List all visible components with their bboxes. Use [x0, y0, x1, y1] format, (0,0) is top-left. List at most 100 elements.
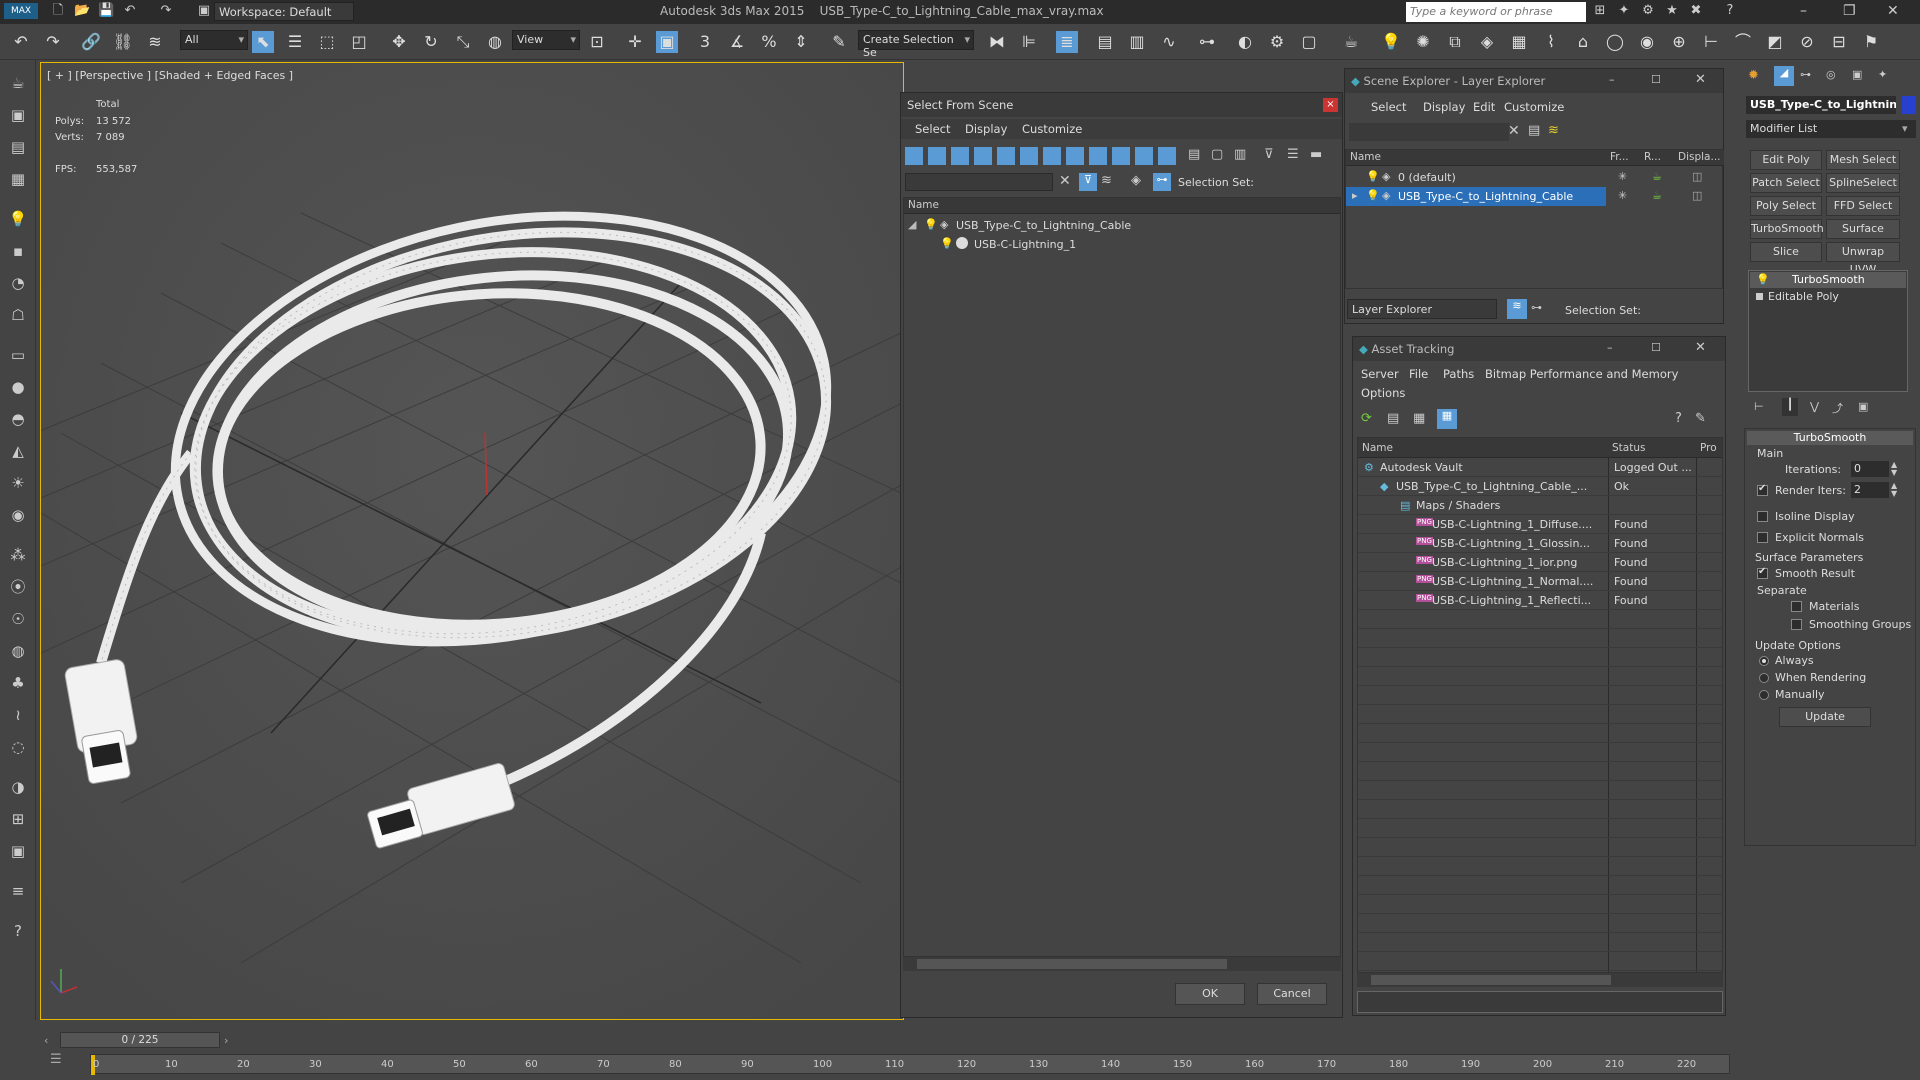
script-icon[interactable]: ≡	[7, 880, 29, 902]
vray-dome-icon[interactable]: ⌒	[1732, 31, 1754, 53]
filter-cameras-icon[interactable]	[974, 147, 992, 165]
collapse-icon[interactable]: ◢	[908, 218, 916, 231]
vray-frame-buffer-icon[interactable]: ⧉	[1444, 31, 1466, 53]
sort-icon[interactable]: ☰	[1287, 147, 1305, 165]
column-header-frozen[interactable]: Fr...	[1606, 150, 1640, 166]
scale-icon[interactable]: ⤡	[452, 31, 474, 53]
patch-select-button[interactable]: Patch Select	[1750, 173, 1822, 193]
undo-icon[interactable]: ↶	[122, 3, 138, 19]
favorites-icon[interactable]: ★	[1664, 3, 1680, 19]
column-header-name[interactable]: Name	[1346, 150, 1606, 166]
window-crossing-icon[interactable]: ◰	[348, 31, 370, 53]
light-bulb-icon[interactable]: 💡	[924, 218, 938, 231]
sun-light-icon[interactable]: ☀	[7, 472, 29, 494]
iterations-spinner[interactable]: 0	[1851, 461, 1889, 477]
column-header-proxy[interactable]: Pro	[1696, 438, 1722, 458]
layer-mode-icon[interactable]: ≋	[1507, 299, 1527, 319]
open-file-icon[interactable]: 📂	[74, 3, 90, 19]
smoothing-groups-checkbox[interactable]	[1791, 619, 1802, 630]
light-lister-icon[interactable]: 💡	[1380, 31, 1402, 53]
display-invert-icon[interactable]: ▥	[1234, 147, 1252, 165]
maximize-icon[interactable]: ☐	[1651, 73, 1661, 86]
clear-search-icon[interactable]: ✕	[1508, 123, 1520, 139]
add-to-layer-icon[interactable]: ≋	[1548, 123, 1559, 138]
make-unique-icon[interactable]: ⋁	[1810, 400, 1819, 413]
named-selection-set-dropdown[interactable]: Create Selection Se	[858, 30, 974, 59]
menu-paths[interactable]: Paths	[1443, 367, 1474, 381]
globe-icon[interactable]: ◍	[7, 640, 29, 662]
toggle-layer-explorer-icon[interactable]: ▤	[1094, 31, 1116, 53]
render-production-icon[interactable]: ☕	[1340, 31, 1362, 53]
link-icon[interactable]: 🔗	[80, 31, 102, 53]
layer-row[interactable]: 💡 ◈ 0 (default) ✳ ☕ ◫	[1346, 168, 1724, 187]
plane-icon[interactable]: ▭	[7, 344, 29, 366]
slice-button[interactable]: Slice	[1750, 242, 1822, 262]
scrollbar-thumb[interactable]	[917, 959, 1227, 969]
filter-containers-icon[interactable]	[1112, 147, 1130, 165]
refresh-icon[interactable]: ⟳	[1361, 411, 1372, 426]
place-icon[interactable]: ◍	[484, 31, 506, 53]
always-radio[interactable]	[1759, 656, 1769, 666]
character-icon[interactable]: ☉	[7, 608, 29, 630]
vray-light-icon[interactable]: ⊢	[1700, 31, 1722, 53]
clear-search-icon[interactable]: ✕	[1059, 173, 1071, 189]
display-box-icon[interactable]: ◫	[1692, 189, 1702, 202]
close-search-icon[interactable]: ✖	[1688, 3, 1704, 19]
hierarchy-icon[interactable]: ⊶	[1531, 301, 1542, 314]
motion-tab-icon[interactable]: ◎	[1826, 68, 1836, 81]
column-header-display[interactable]: Displa...	[1674, 150, 1724, 166]
render-iters-spinner[interactable]: 2	[1851, 482, 1889, 498]
create-tab-icon[interactable]: ✹	[1748, 68, 1759, 83]
redo-icon[interactable]: ↷	[42, 31, 64, 53]
asset-row[interactable]: PNG USB-C-Lightning_1_ior.png Found	[1358, 553, 1722, 572]
display-all-icon[interactable]: ▤	[1188, 147, 1206, 165]
rotate-icon[interactable]: ↻	[420, 31, 442, 53]
curve-editor-icon[interactable]: ∿	[1158, 31, 1180, 53]
scene-states-icon[interactable]: ◑	[7, 776, 29, 798]
filter-shapes-icon[interactable]	[928, 147, 946, 165]
box-icon[interactable]: ▣	[7, 104, 29, 126]
vray-physical-camera-icon[interactable]: ⊟	[1828, 31, 1850, 53]
tree-row[interactable]: 💡 USB-C-Lightning_1	[904, 235, 1340, 254]
asset-row[interactable]: PNG USB-C-Lightning_1_Diffuse.... Found	[1358, 515, 1722, 534]
cancel-button[interactable]: Cancel	[1257, 983, 1327, 1005]
asset-path-field[interactable]	[1357, 991, 1723, 1013]
spinner-snap-icon[interactable]: ⇕	[790, 31, 812, 53]
display-none-icon[interactable]: ▢	[1211, 147, 1229, 165]
help-icon[interactable]: ?	[1722, 3, 1738, 19]
filter-hidden-icon[interactable]	[1158, 147, 1176, 165]
vray-fur-icon[interactable]: ⌇	[1540, 31, 1562, 53]
menu-options[interactable]: Options	[1361, 386, 1405, 400]
close-icon[interactable]: ✕	[1695, 340, 1706, 355]
pivot-center-icon[interactable]: ⊡	[586, 31, 608, 53]
vray-plane-icon[interactable]: ⌂	[1572, 31, 1594, 53]
layer-row-selected[interactable]: ▸ 💡 ◈ USB_Type-C_to_Lightning_Cable	[1346, 187, 1606, 206]
material-sphere-icon[interactable]: ◉	[7, 504, 29, 526]
angle-snap-icon[interactable]: ∡	[726, 31, 748, 53]
container-icon[interactable]: ▣	[7, 840, 29, 862]
explorer-type-dropdown[interactable]: Layer Explorer	[1347, 299, 1497, 319]
select-object-icon[interactable]: ⬉	[252, 31, 274, 53]
edit-poly-button[interactable]: Edit Poly	[1750, 150, 1822, 170]
vray-sphere-icon[interactable]: ◯	[1604, 31, 1626, 53]
help-icon[interactable]: ?	[1675, 411, 1682, 426]
surface-select-button[interactable]: Surface Select	[1826, 219, 1900, 253]
ffd-select-button[interactable]: FFD Select	[1826, 196, 1900, 216]
explicit-normals-checkbox[interactable]	[1757, 532, 1768, 543]
stack-item-turbosmooth[interactable]: 💡 TurboSmooth	[1750, 272, 1906, 288]
column-header-renderable[interactable]: R...	[1640, 150, 1674, 166]
asset-row[interactable]: PNG USB-C-Lightning_1_Reflecti... Found	[1358, 591, 1722, 610]
show-end-result-icon[interactable]: ┃	[1782, 398, 1798, 416]
next-frame-icon[interactable]: ›	[224, 1034, 228, 1047]
vray-toggle-icon[interactable]: ⚑	[1860, 31, 1882, 53]
close-icon[interactable]: ×	[1323, 98, 1338, 112]
align-icon[interactable]: ⊫	[1018, 31, 1040, 53]
teapot-icon[interactable]: ☕	[7, 72, 29, 94]
display-tab-icon[interactable]: ▣	[1852, 68, 1862, 81]
spline-select-button[interactable]: SplineSelect	[1826, 173, 1900, 193]
workspace-dropdown[interactable]: Workspace: Default	[214, 2, 354, 21]
column-header-status[interactable]: Status	[1608, 438, 1696, 458]
light-bulb-icon[interactable]: 💡	[1366, 170, 1380, 183]
asset-row[interactable]: ⚙ Autodesk Vault Logged Out ...	[1358, 458, 1722, 477]
list-view-icon[interactable]: ▤	[1387, 411, 1399, 426]
